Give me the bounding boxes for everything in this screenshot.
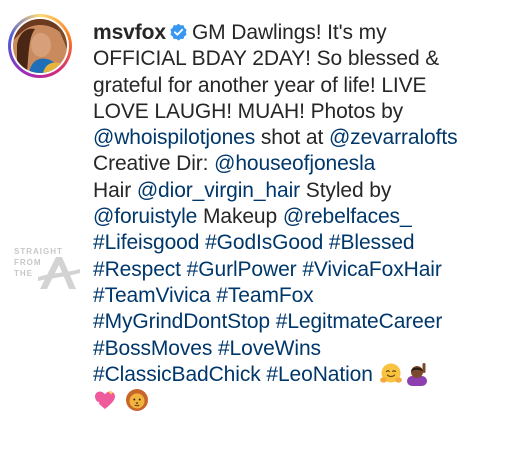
caption-line: #ClassicBadChick #LeoNation xyxy=(93,362,511,388)
person-raising-hand-emoji-icon xyxy=(405,362,429,386)
watermark-a-mark xyxy=(38,257,80,289)
avatar-photo xyxy=(13,19,67,73)
caption-line: #Respect #GurlPower #VivicaFoxHair xyxy=(93,257,511,283)
verified-badge-icon xyxy=(170,23,187,41)
caption-text-segment: Styled by xyxy=(300,178,392,202)
hashtag-classicbadchick[interactable]: #ClassicBadChick xyxy=(93,363,261,386)
caption-text-segment: Hair xyxy=(93,178,137,202)
lion-face-emoji-icon xyxy=(125,388,149,412)
caption-line: OFFICIAL BDAY 2DAY! So blessed & xyxy=(93,46,511,72)
mention-zevarralofts[interactable]: @zevarralofts xyxy=(329,126,458,149)
hashtag-mygrinddontstop[interactable]: #MyGrindDontStop xyxy=(93,310,270,333)
caption-text-segment: Creative Dir: xyxy=(93,152,215,176)
caption-text-segment: OFFICIAL BDAY 2DAY! So blessed & xyxy=(93,47,440,71)
caption-line: Creative Dir: @houseofjonesla xyxy=(93,151,511,177)
caption-text-segment: shot at xyxy=(255,126,329,150)
instagram-caption-panel: msvfox GM Dawlings! It's my OFFICIAL BDAY … xyxy=(0,0,520,468)
caption-text-segment: GM Dawlings! It's my xyxy=(191,21,387,44)
hashtag-vivicafoxhair[interactable]: #VivicaFoxHair xyxy=(302,258,442,281)
caption-line: @foruistyle Makeup @rebelfaces_ xyxy=(93,204,511,230)
caption-line: LOVE LAUGH! MUAH! Photos by xyxy=(93,99,511,125)
mention-dior-virgin-hair[interactable]: @dior_virgin_hair xyxy=(137,179,300,202)
hashtag-blessed[interactable]: #Blessed xyxy=(329,231,415,254)
caption-text-segment: Makeup xyxy=(197,205,283,229)
caption-line xyxy=(93,388,511,414)
hashtag-bossmoves[interactable]: #BossMoves xyxy=(93,337,212,360)
hashtag-teamfox[interactable]: #TeamFox xyxy=(216,284,313,307)
hugging-face-emoji-icon xyxy=(379,362,403,386)
watermark-line-1: STRAIGHT xyxy=(14,247,63,256)
caption-line: @whoispilotjones shot at @zevarralofts xyxy=(93,125,511,151)
caption-text-segment: LOVE LAUGH! MUAH! Photos by xyxy=(93,99,404,123)
hashtag-godisgood[interactable]: #GodIsGood xyxy=(205,231,323,254)
caption-line: #TeamVivica #TeamFox xyxy=(93,283,511,309)
watermark-line-3: THE xyxy=(14,269,33,278)
mention-foruistyle[interactable]: @foruistyle xyxy=(93,205,197,228)
watermark-line-2: FROM xyxy=(14,258,42,267)
caption-line: Hair @dior_virgin_hair Styled by xyxy=(93,178,511,204)
mention-houseofjonesla[interactable]: @houseofjonesla xyxy=(214,152,375,175)
avatar[interactable] xyxy=(8,14,72,78)
username-link[interactable]: msvfox xyxy=(93,21,166,44)
mention-whoispilotjones[interactable]: @whoispilotjones xyxy=(93,126,255,149)
hashtag-gurlpower[interactable]: #GurlPower xyxy=(187,258,297,281)
avatar-border xyxy=(11,17,69,75)
hashtag-lifeisgood[interactable]: #Lifeisgood xyxy=(93,231,199,254)
hashtag-teamvivica[interactable]: #TeamVivica xyxy=(93,284,211,307)
mention-rebelfaces[interactable]: @rebelfaces_ xyxy=(283,205,412,228)
caption-line: #Lifeisgood #GodIsGood #Blessed xyxy=(93,230,511,256)
caption-line: msvfox GM Dawlings! It's my xyxy=(93,20,511,46)
caption-line: grateful for another year of life! LIVE xyxy=(93,73,511,99)
hashtag-leonation[interactable]: #LeoNation xyxy=(266,363,373,386)
hashtag-legitmatecareer[interactable]: #LegitmateCareer xyxy=(276,310,443,333)
caption-line: #BossMoves #LoveWins xyxy=(93,336,511,362)
caption-text-segment: grateful for another year of life! LIVE xyxy=(93,73,427,97)
watermark-logo: STRAIGHT FROM THE xyxy=(14,247,86,307)
sparkling-heart-emoji-icon xyxy=(93,388,117,412)
caption-line: #MyGrindDontStop #LegitmateCareer xyxy=(93,309,511,335)
hashtag-lovewins[interactable]: #LoveWins xyxy=(218,337,321,360)
caption-text: msvfox GM Dawlings! It's my OFFICIAL BDAY … xyxy=(93,20,511,414)
hashtag-respect[interactable]: #Respect xyxy=(93,258,181,281)
